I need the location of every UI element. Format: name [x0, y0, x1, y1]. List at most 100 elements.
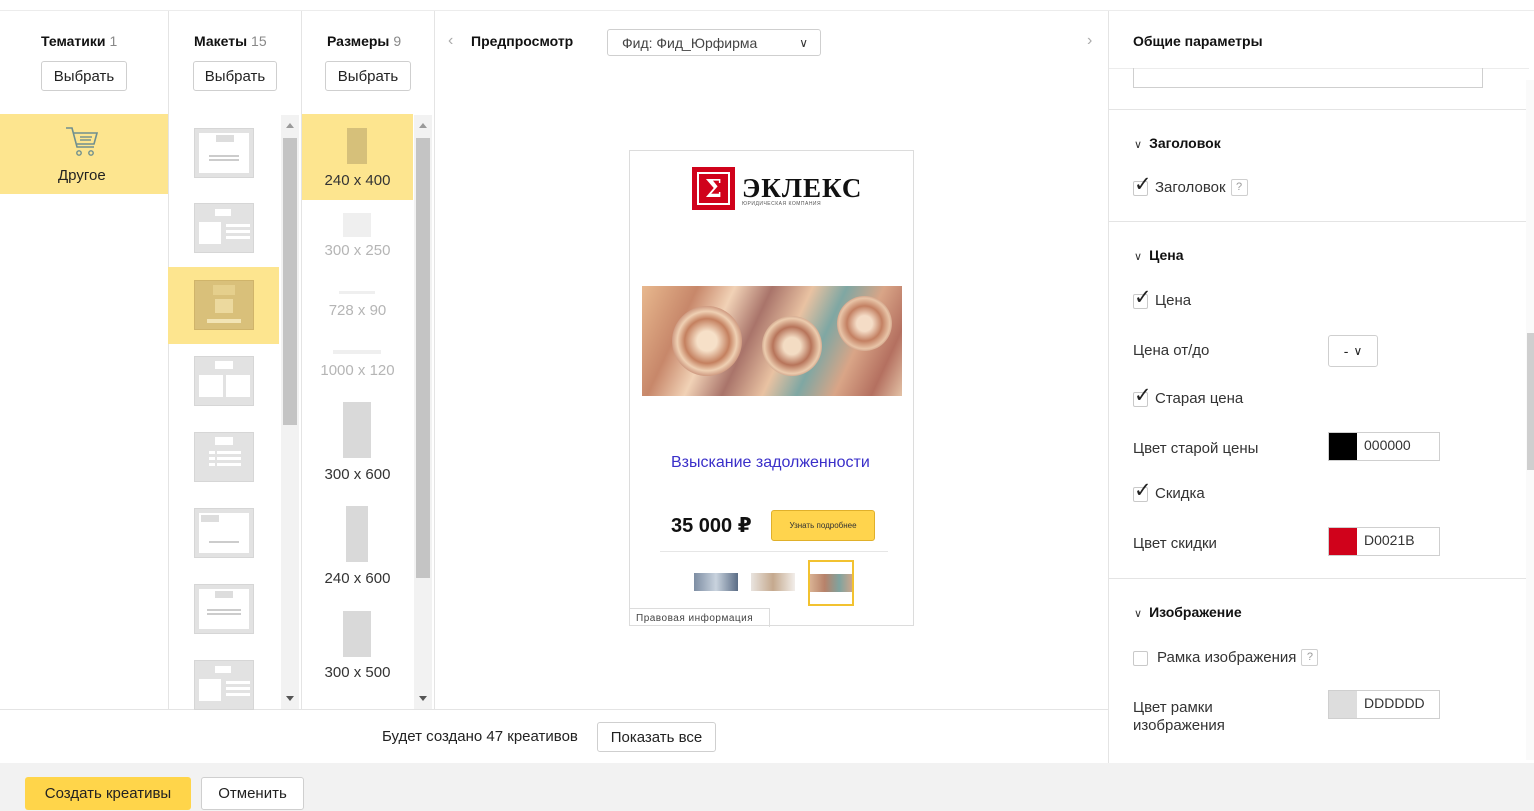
size-label[interactable]: 300 x 600 — [302, 466, 413, 483]
divider — [1109, 109, 1529, 110]
ad-cta-button[interactable]: Узнать подробнее — [771, 510, 875, 541]
size-thumb — [347, 128, 367, 164]
show-all-button[interactable]: Показать все — [597, 722, 716, 752]
chevron-down-icon: ∨ — [1353, 344, 1363, 358]
layout-thumb[interactable] — [194, 660, 254, 710]
section-price-title: Цена — [1149, 247, 1184, 263]
legal-info-link[interactable]: Правовая информация — [630, 608, 770, 627]
gallery-thumb[interactable] — [694, 573, 738, 591]
checkbox-checked-icon: ✓ — [1133, 384, 1152, 407]
section-price[interactable]: ∨ Цена — [1134, 247, 1184, 263]
frame-color-input[interactable]: DDDDDD — [1328, 690, 1440, 719]
chevron-right-icon[interactable]: › — [1087, 32, 1092, 50]
frame-color-value: DDDDDD — [1364, 695, 1425, 711]
layouts-title: Макеты — [194, 33, 248, 49]
divider — [0, 709, 1108, 710]
chevron-down-icon: ∨ — [1134, 139, 1143, 151]
sizes-scroll-thumb[interactable] — [416, 138, 430, 578]
old-price-color-label: Цвет старой цены — [1133, 440, 1259, 457]
discount-color-value: D0021B — [1364, 532, 1415, 548]
layouts-count: 15 — [251, 33, 267, 49]
discount-color-label: Цвет скидки — [1133, 535, 1217, 552]
divider — [660, 551, 888, 552]
scroll-up-icon[interactable] — [286, 123, 294, 128]
layouts-scroll-thumb[interactable] — [283, 138, 297, 425]
logo-mark: Σ — [692, 167, 735, 210]
cancel-button[interactable]: Отменить — [201, 777, 304, 810]
image-frame-checkbox-label: Рамка изображения — [1157, 648, 1297, 666]
price-range-label: Цена от/до — [1133, 342, 1210, 359]
layout-thumb[interactable] — [194, 203, 254, 253]
divider — [1109, 221, 1529, 222]
sizes-select-button[interactable]: Выбрать — [325, 61, 411, 91]
sizes-count: 9 — [393, 33, 402, 49]
price-range-select[interactable]: - ∨ — [1328, 335, 1378, 367]
scroll-up-icon[interactable] — [419, 123, 427, 128]
old-price-checkbox-label: Старая цена — [1155, 389, 1244, 407]
size-label[interactable]: 728 x 90 — [302, 302, 413, 319]
themes-title: Тематики — [41, 33, 106, 49]
price-checkbox-label: Цена — [1155, 291, 1192, 309]
old-price-checkbox[interactable]: ✓ Старая цена — [1133, 384, 1244, 407]
theme-label: Другое — [58, 167, 106, 184]
size-thumb — [343, 402, 371, 458]
layout-thumb[interactable] — [194, 356, 254, 406]
help-icon[interactable]: ? — [1301, 648, 1319, 666]
ad-price: 35 000 ₽ — [671, 515, 752, 537]
divider — [1109, 578, 1529, 579]
old-price-color-input[interactable]: 000000 — [1328, 432, 1440, 461]
color-swatch[interactable] — [1329, 528, 1357, 555]
scroll-down-icon[interactable] — [419, 696, 427, 701]
right-panel-scroll-thumb[interactable] — [1527, 333, 1534, 470]
ad-title[interactable]: Взыскание задолженности — [671, 453, 871, 473]
size-label[interactable]: 1000 x 120 — [302, 362, 413, 379]
discount-checkbox[interactable]: ✓ Скидка — [1133, 479, 1205, 502]
color-swatch[interactable] — [1329, 433, 1357, 460]
general-params-title: Общие параметры — [1133, 33, 1263, 49]
scroll-down-icon[interactable] — [286, 696, 294, 701]
chevron-down-icon: ∨ — [1134, 251, 1143, 263]
size-label[interactable]: 240 x 600 — [302, 570, 413, 587]
sigma-icon: Σ — [697, 172, 730, 205]
section-heading-title: Заголовок — [1149, 135, 1221, 151]
section-image[interactable]: ∨ Изображение — [1134, 604, 1242, 620]
help-icon[interactable]: ? — [1230, 178, 1248, 196]
size-label[interactable]: 300 x 250 — [302, 242, 413, 259]
feed-select[interactable]: Фид: Фид_Юрфирма ∨ — [607, 29, 821, 56]
layout-thumb[interactable] — [194, 280, 254, 330]
layout-thumb[interactable] — [194, 432, 254, 482]
themes-select-button[interactable]: Выбрать — [41, 61, 127, 91]
size-label[interactable]: 240 x 400 — [302, 172, 413, 189]
price-checkbox[interactable]: ✓ Цена — [1133, 286, 1192, 309]
heading-checkbox[interactable]: ✓ Заголовок ? — [1133, 174, 1248, 196]
checkbox-checked-icon: ✓ — [1133, 286, 1152, 309]
layout-thumb[interactable] — [194, 584, 254, 634]
shopping-cart-icon — [66, 127, 99, 156]
creative-builder: Тематики 1 Выбрать Другое Макеты 15 Выбрат… — [0, 0, 1534, 811]
color-swatch[interactable] — [1329, 691, 1357, 718]
chevron-down-icon: ∨ — [1134, 608, 1143, 620]
section-image-title: Изображение — [1149, 604, 1242, 620]
layouts-select-button[interactable]: Выбрать — [193, 61, 277, 91]
divider — [434, 10, 435, 710]
gallery-thumb-selected[interactable] — [808, 560, 854, 606]
checkbox-checked-icon: ✓ — [1133, 479, 1152, 502]
discount-color-input[interactable]: D0021B — [1328, 527, 1440, 556]
chevron-down-icon: ∨ — [799, 36, 808, 50]
create-creatives-button[interactable]: Создать креативы — [25, 777, 191, 810]
textarea-field[interactable] — [1133, 68, 1483, 88]
themes-count: 1 — [109, 33, 118, 49]
divider — [1108, 10, 1109, 765]
image-frame-checkbox[interactable]: Рамка изображения ? — [1133, 648, 1319, 666]
chevron-left-icon[interactable]: ‹ — [448, 32, 453, 50]
ad-preview: Σ ЭКЛЕКС ЮРИДИЧЕСКАЯ КОМПАНИЯ Взыскание … — [629, 150, 914, 627]
size-thumb — [339, 291, 375, 294]
sizes-title: Размеры — [327, 33, 390, 49]
heading-checkbox-label: Заголовок — [1155, 178, 1226, 196]
layout-thumb[interactable] — [194, 508, 254, 558]
frame-color-label: Цвет рамки изображения — [1133, 699, 1225, 734]
gallery-thumb[interactable] — [751, 573, 795, 591]
size-label[interactable]: 300 x 500 — [302, 664, 413, 681]
layout-thumb[interactable] — [194, 128, 254, 178]
section-heading[interactable]: ∨ Заголовок — [1134, 135, 1221, 151]
